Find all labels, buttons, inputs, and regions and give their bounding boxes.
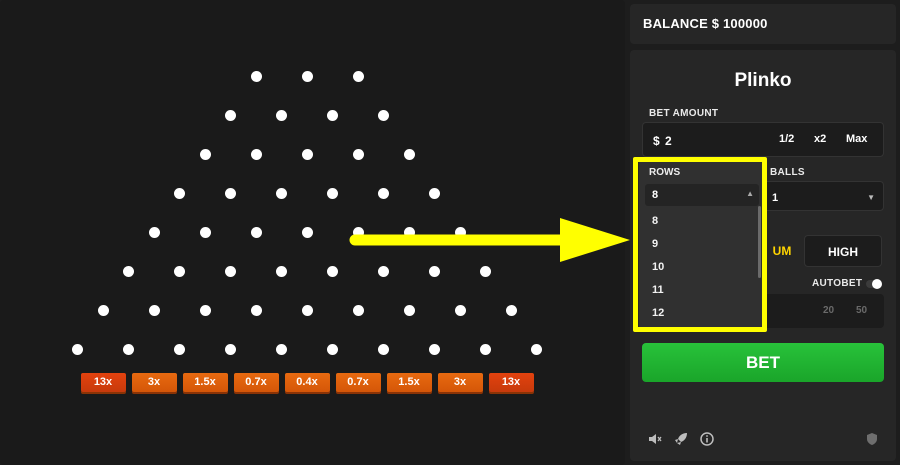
annotation-arrow: [349, 218, 630, 262]
